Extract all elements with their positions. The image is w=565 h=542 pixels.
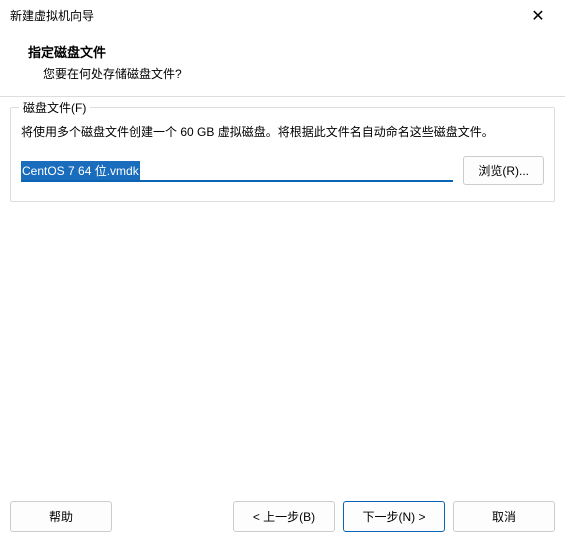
disk-file-group: 磁盘文件(F) 将使用多个磁盘文件创建一个 60 GB 虚拟磁盘。将根据此文件名…	[10, 107, 555, 202]
disk-file-input[interactable]: CentOS 7 64 位.vmdk	[21, 160, 453, 182]
footer: 帮助 < 上一步(B) 下一步(N) > 取消	[0, 490, 565, 542]
window-title: 新建虚拟机向导	[10, 7, 94, 24]
input-value-selected: CentOS 7 64 位.vmdk	[21, 161, 140, 180]
back-button[interactable]: < 上一步(B)	[233, 501, 335, 532]
next-button[interactable]: 下一步(N) >	[343, 501, 445, 532]
input-row: CentOS 7 64 位.vmdk 浏览(R)...	[21, 156, 544, 185]
group-label: 磁盘文件(F)	[19, 99, 90, 116]
help-button[interactable]: 帮助	[10, 501, 112, 532]
browse-button[interactable]: 浏览(R)...	[463, 156, 544, 185]
group-description: 将使用多个磁盘文件创建一个 60 GB 虚拟磁盘。将根据此文件名自动命名这些磁盘…	[21, 122, 544, 142]
close-icon[interactable]: ✕	[523, 6, 553, 26]
page-title: 指定磁盘文件	[28, 42, 565, 61]
content-area: 磁盘文件(F) 将使用多个磁盘文件创建一个 60 GB 虚拟磁盘。将根据此文件名…	[0, 97, 565, 490]
titlebar: 新建虚拟机向导 ✕	[0, 0, 565, 32]
cancel-button[interactable]: 取消	[453, 501, 555, 532]
page-subtitle: 您要在何处存储磁盘文件?	[28, 65, 565, 82]
wizard-header: 指定磁盘文件 您要在何处存储磁盘文件?	[0, 32, 565, 97]
